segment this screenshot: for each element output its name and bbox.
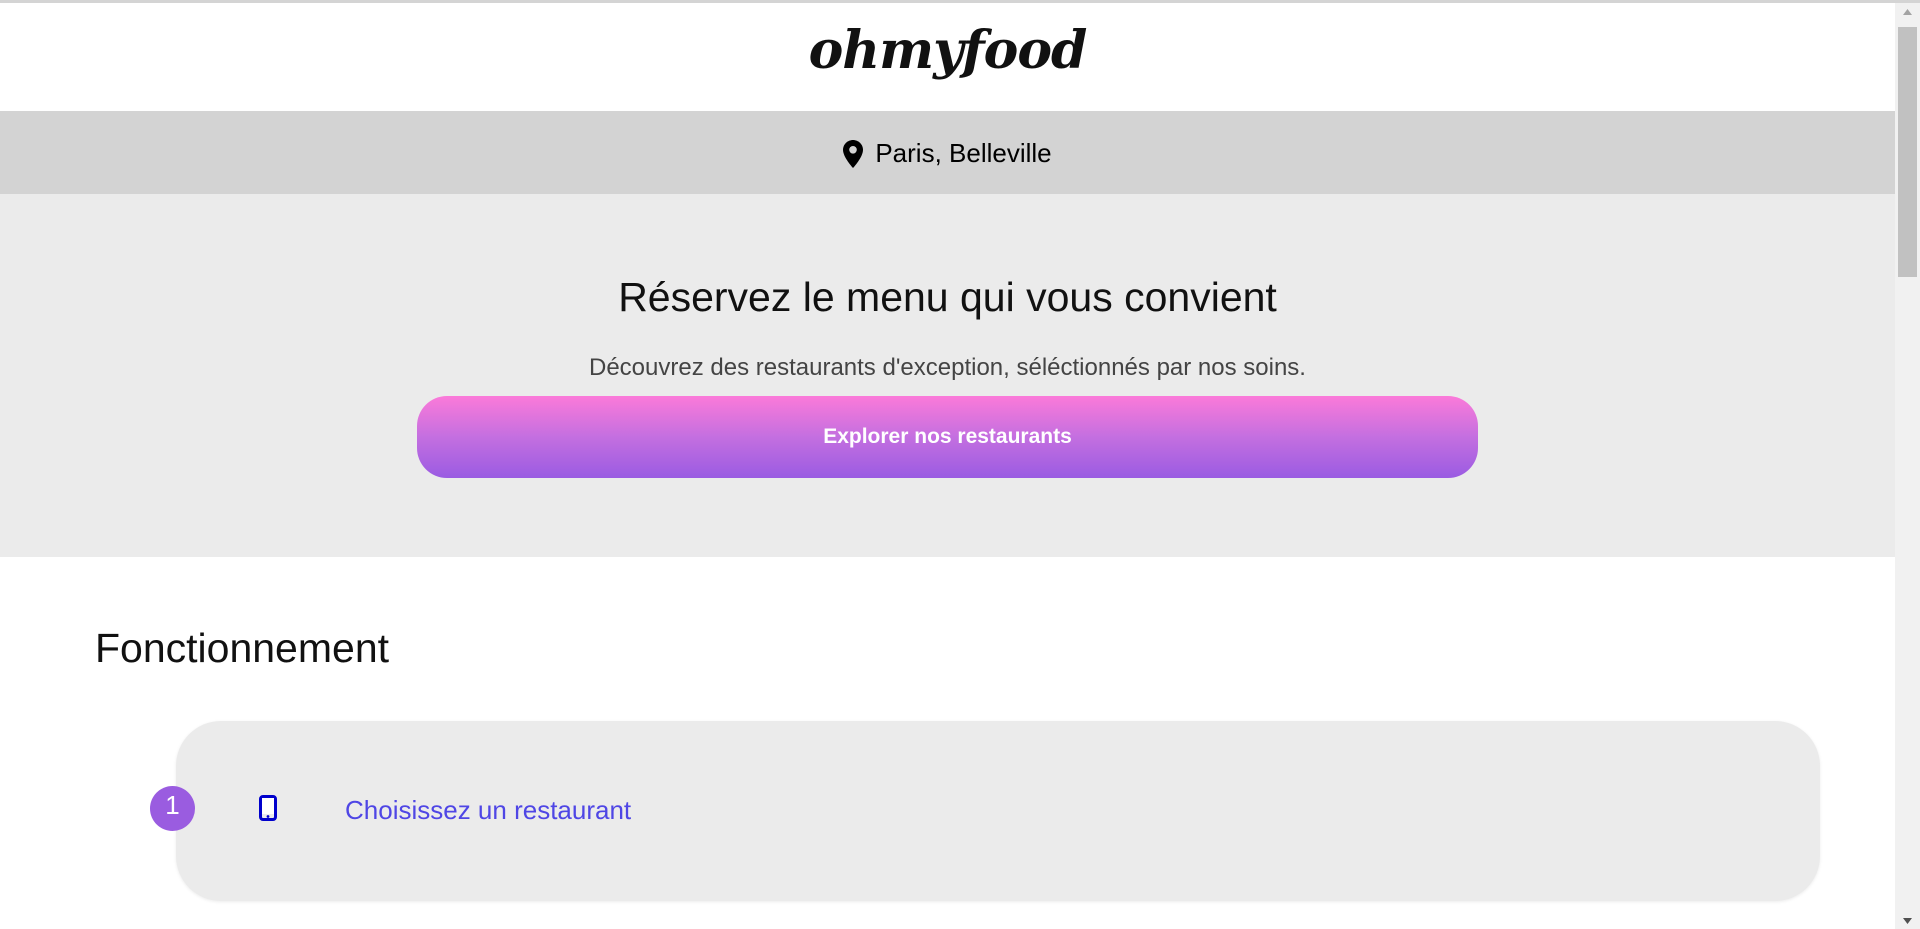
browser-viewport: ohmyfood Paris, Belleville Réservez le m… [0,0,1920,929]
hero-title: Réservez le menu qui vous convient [618,274,1277,320]
explore-restaurants-button[interactable]: Explorer nos restaurants [417,396,1478,478]
step-label-link[interactable]: Choisissez un restaurant [345,795,631,826]
vertical-scrollbar[interactable] [1895,3,1920,929]
map-pin-icon [843,139,864,168]
location-group: Paris, Belleville [843,138,1052,169]
mobile-phone-icon [259,795,277,821]
site-logo[interactable]: ohmyfood [809,20,1088,81]
page: ohmyfood Paris, Belleville Réservez le m… [0,3,1895,929]
scroll-down-arrow-icon[interactable] [1895,912,1920,929]
hero-subtitle: Découvrez des restaurants d'exception, s… [589,354,1306,381]
site-header: ohmyfood [0,3,1895,111]
hero-section: Réservez le menu qui vous convient Décou… [0,194,1895,557]
how-it-works-section: Fonctionnement 1 Choisissez un restauran… [0,557,1895,929]
scroll-up-arrow-icon[interactable] [1895,3,1920,20]
scrollbar-thumb[interactable] [1898,27,1917,277]
location-text: Paris, Belleville [875,138,1052,168]
location-bar: Paris, Belleville [0,111,1895,194]
section-title: Fonctionnement [95,625,390,671]
step-number-badge: 1 [150,786,195,831]
